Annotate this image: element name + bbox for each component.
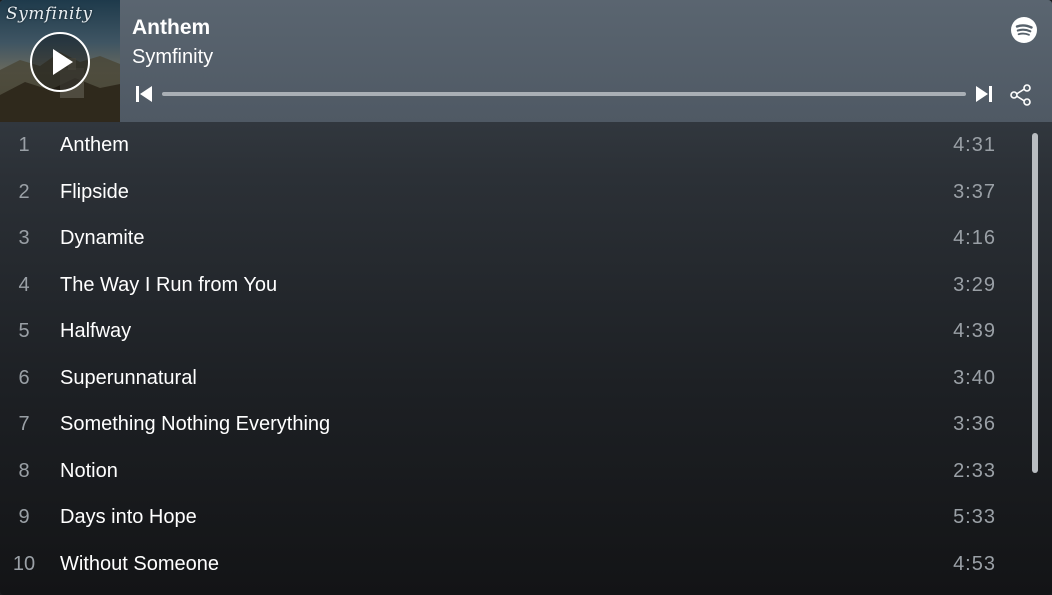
track-row[interactable]: 1 Anthem 4:31 <box>0 122 1020 168</box>
play-icon <box>53 49 73 75</box>
track-title: Without Someone <box>60 552 219 575</box>
track-row[interactable]: 5 Halfway 4:39 <box>0 308 1020 354</box>
track-number: 1 <box>18 134 30 156</box>
tracklist-scrollbar[interactable] <box>1032 133 1038 473</box>
track-title: The Way I Run from You <box>60 273 278 296</box>
track-row[interactable]: 7 Something Nothing Everything 3:36 <box>0 401 1020 447</box>
track-row[interactable]: 8 Notion 2:33 <box>0 448 1020 494</box>
player-header: Symfinity Anthem Symfinity <box>0 0 1052 122</box>
track-title: Flipside <box>60 180 129 203</box>
track-duration: 2:33 <box>953 459 996 482</box>
track-number: 6 <box>18 366 30 389</box>
track-number: 3 <box>18 227 30 249</box>
track-row[interactable]: 6 Superunnatural 3:40 <box>0 355 1020 401</box>
track-duration: 3:40 <box>953 366 996 389</box>
cover-title-lettering: Symfinity <box>6 4 93 24</box>
track-duration: 3:29 <box>953 273 996 296</box>
skip-next-icon[interactable] <box>975 85 993 103</box>
album-cover: Symfinity <box>0 0 120 122</box>
track-number: 2 <box>18 180 30 203</box>
track-duration: 4:39 <box>953 320 996 342</box>
skip-previous-icon[interactable] <box>135 85 153 103</box>
track-row[interactable]: 10 Without Someone 4:53 <box>0 541 1020 587</box>
track-row[interactable]: 9 Days into Hope 5:33 <box>0 494 1020 540</box>
track-number: 4 <box>18 273 30 296</box>
track-title: Days into Hope <box>60 506 197 528</box>
share-icon[interactable] <box>1009 83 1033 107</box>
track-duration: 3:36 <box>953 413 996 435</box>
track-duration: 4:16 <box>953 227 996 249</box>
track-number: 8 <box>18 459 30 482</box>
track-duration: 4:53 <box>953 552 996 575</box>
progress-bar[interactable] <box>162 92 966 96</box>
track-row[interactable]: 4 The Way I Run from You 3:29 <box>0 262 1020 308</box>
track-list: 1 Anthem 4:31 2 Flipside 3:37 3 Dynamite 4:16 4 Th… <box>0 122 1052 595</box>
track-title: Dynamite <box>60 227 145 249</box>
track-number: 9 <box>18 506 30 528</box>
track-number: 7 <box>18 413 30 435</box>
track-title: Notion <box>60 459 118 482</box>
spotify-logo-icon[interactable] <box>1010 16 1038 44</box>
track-duration: 3:37 <box>953 180 996 203</box>
track-title: Something Nothing Everything <box>60 413 331 435</box>
track-title: Anthem <box>60 134 129 156</box>
track-title: Halfway <box>60 320 132 342</box>
track-row[interactable]: 2 Flipside 3:37 <box>0 169 1020 215</box>
spotify-embed-player: Symfinity Anthem Symfinity 1 Anthem 4:31… <box>0 0 1052 595</box>
track-duration: 5:33 <box>953 506 996 528</box>
track-number: 5 <box>18 320 30 342</box>
now-playing-title[interactable]: Anthem <box>132 16 210 40</box>
now-playing-artist[interactable]: Symfinity <box>132 46 213 69</box>
track-number: 10 <box>12 552 36 575</box>
play-button[interactable] <box>30 32 90 92</box>
track-row[interactable]: 3 Dynamite 4:16 <box>0 215 1020 261</box>
track-duration: 4:31 <box>953 134 996 156</box>
track-title: Superunnatural <box>60 366 197 389</box>
